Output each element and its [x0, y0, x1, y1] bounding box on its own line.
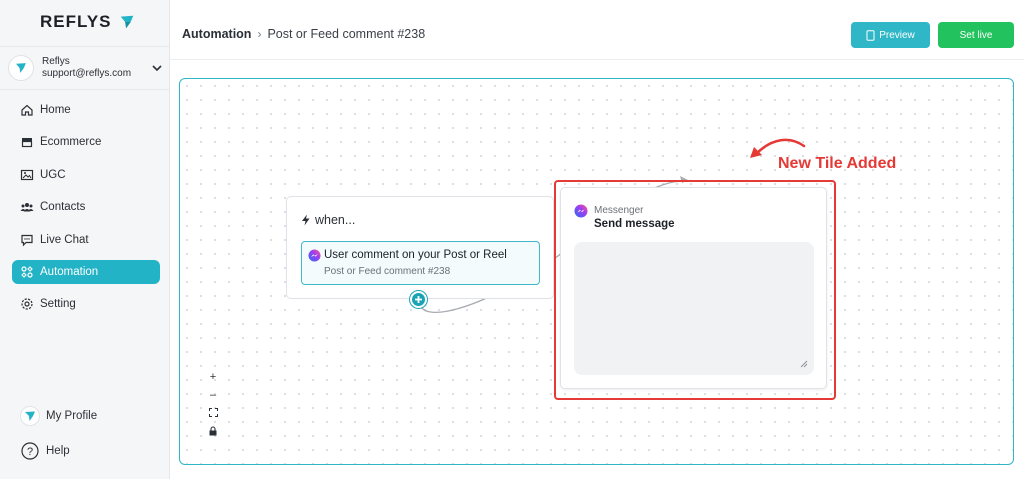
add-step-button[interactable]: [410, 291, 427, 308]
account-email: support@reflys.com: [42, 68, 132, 79]
preview-button[interactable]: Preview: [851, 22, 930, 48]
sidebar-item-label: Contacts: [40, 201, 86, 214]
zoom-controls: + –: [206, 369, 220, 438]
sidebar-item-home[interactable]: Home: [12, 98, 160, 122]
set-live-button[interactable]: Set live: [938, 22, 1014, 48]
send-message-node[interactable]: Messenger Send message: [560, 187, 827, 389]
chat-icon: [20, 233, 34, 247]
brand-logo[interactable]: REFLYS: [40, 12, 136, 32]
zoom-out-button[interactable]: –: [206, 387, 220, 402]
my-profile-link[interactable]: My Profile: [20, 406, 97, 426]
top-header: Automation › Post or Feed comment #238 P…: [170, 0, 1024, 60]
reflys-logo-icon: [16, 63, 26, 73]
help-label: Help: [46, 445, 70, 457]
gear-icon: [20, 297, 34, 311]
sidebar-item-live-chat[interactable]: Live Chat: [12, 228, 160, 252]
my-profile-label: My Profile: [46, 410, 98, 422]
chevron-down-icon[interactable]: [150, 61, 164, 75]
home-icon: [20, 103, 34, 117]
message-channel: Messenger: [594, 205, 644, 216]
sidebar: REFLYS Reflys support@reflys.com Home Ec…: [0, 0, 170, 479]
resize-handle-icon[interactable]: [798, 358, 808, 368]
sidebar-item-ecommerce[interactable]: Ecommerce: [12, 130, 160, 154]
help-icon: ?: [20, 441, 40, 461]
sidebar-item-label: Automation: [40, 265, 99, 278]
users-icon: [20, 200, 34, 214]
fit-view-icon: [208, 408, 218, 417]
message-title: Send message: [594, 218, 675, 230]
trigger-event-subtitle: Post or Feed comment #238: [324, 266, 451, 277]
sidebar-item-contacts[interactable]: Contacts: [12, 195, 160, 219]
sidebar-item-label: Ecommerce: [40, 136, 102, 149]
trigger-node[interactable]: when... User comment on your Post or Ree…: [286, 196, 554, 299]
phone-icon: [866, 29, 875, 41]
help-link[interactable]: ? Help: [20, 441, 70, 461]
breadcrumb-root[interactable]: Automation: [182, 27, 251, 41]
when-label: when...: [315, 213, 356, 227]
sidebar-item-label: Live Chat: [40, 233, 89, 246]
account-avatar: [8, 55, 34, 81]
messenger-icon: [574, 204, 588, 218]
zoom-in-label: +: [209, 370, 217, 383]
flow-canvas[interactable]: when... User comment on your Post or Ree…: [179, 78, 1014, 465]
account-info: Reflys support@reflys.com: [42, 56, 131, 80]
svg-text:?: ?: [27, 446, 33, 458]
trigger-event-title: User comment on your Post or Reel: [324, 249, 507, 261]
plus-icon: [415, 296, 422, 303]
brand-name: REFLYS: [40, 12, 112, 31]
lock-button[interactable]: [206, 423, 220, 438]
trigger-event-item[interactable]: User comment on your Post or Reel Post o…: [301, 241, 540, 285]
profile-avatar-icon: [20, 406, 40, 426]
chevron-right-icon: ›: [257, 27, 262, 41]
sidebar-item-label: Setting: [40, 298, 76, 311]
breadcrumb: Automation › Post or Feed comment #238: [182, 27, 425, 41]
lock-icon: [209, 425, 217, 435]
zoom-in-button[interactable]: +: [206, 369, 220, 384]
account-switcher[interactable]: Reflys support@reflys.com: [0, 46, 170, 90]
set-live-label: Set live: [959, 29, 993, 41]
sidebar-item-label: UGC: [40, 168, 66, 181]
zoom-out-label: –: [209, 388, 217, 401]
fit-view-button[interactable]: [206, 405, 220, 420]
new-tile-annotation: New Tile Added: [778, 155, 897, 172]
messenger-icon: [308, 249, 321, 262]
lightning-icon: [302, 214, 310, 226]
store-icon: [20, 135, 34, 149]
sidebar-item-automation[interactable]: Automation: [12, 259, 160, 284]
sidebar-item-ugc[interactable]: UGC: [12, 163, 160, 187]
trigger-when-header: when...: [301, 213, 355, 227]
account-name: Reflys: [42, 56, 70, 67]
automation-icon: [20, 265, 34, 279]
sidebar-item-label: Home: [40, 104, 71, 116]
message-text-input[interactable]: [574, 242, 814, 375]
sidebar-item-setting[interactable]: Setting: [12, 292, 160, 316]
image-icon: [20, 168, 34, 182]
sidebar-nav: Home Ecommerce UGC Contacts Live Chat Au…: [12, 98, 160, 325]
preview-label: Preview: [879, 29, 915, 41]
breadcrumb-current: Post or Feed comment #238: [267, 27, 426, 41]
reflys-logo-icon: [120, 15, 133, 29]
